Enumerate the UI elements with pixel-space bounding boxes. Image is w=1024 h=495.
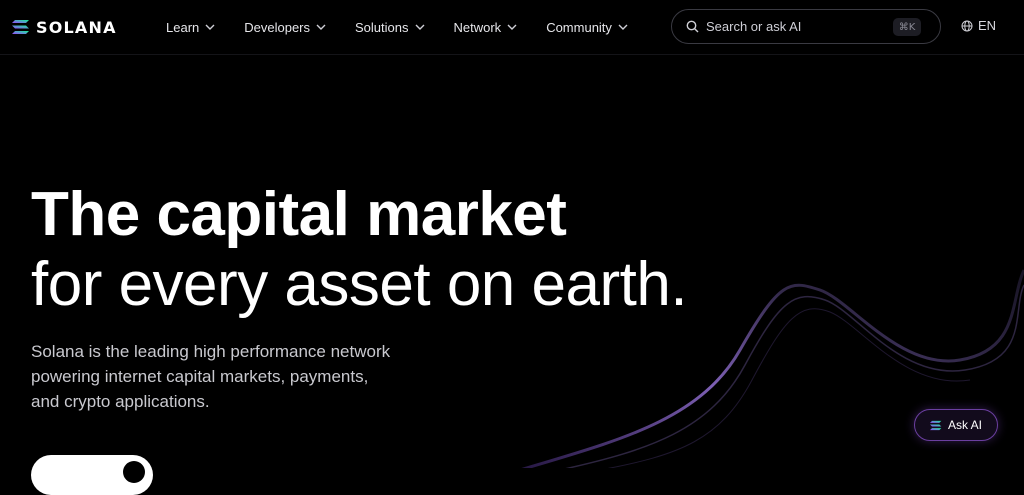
chevron-down-icon	[618, 24, 628, 30]
globe-icon	[961, 20, 973, 31]
search-placeholder: Search or ask AI	[706, 19, 802, 34]
chevron-down-icon	[507, 24, 517, 30]
language-selector[interactable]: EN	[961, 18, 996, 33]
brand-name: SOLANA	[36, 17, 117, 37]
nav-item-solutions[interactable]: Solutions	[355, 20, 424, 35]
hero-title: The capital market for every asset on ea…	[31, 180, 688, 320]
hero-description: Solana is the leading high performance n…	[31, 342, 391, 411]
nav-item-network[interactable]: Network	[454, 20, 518, 35]
nav-item-developers[interactable]: Developers	[244, 20, 326, 35]
search-input[interactable]: Search or ask AI ⌘K	[671, 9, 941, 44]
hero-title-line1: The capital market	[31, 180, 567, 249]
hero-title-line2: for every asset on earth.	[31, 250, 688, 319]
keyboard-shortcut-badge: ⌘K	[893, 18, 921, 36]
nav-item-label: Learn	[166, 19, 200, 35]
language-label: EN	[978, 18, 997, 33]
solana-logo-icon	[12, 20, 29, 34]
solana-logo[interactable]: SOLANA	[12, 16, 117, 38]
hero-cta-button[interactable]	[31, 455, 153, 495]
main-menu: Learn Developers Solutions Network Commu…	[166, 0, 657, 54]
solana-logo-icon	[929, 420, 942, 430]
cta-arrow-icon	[123, 461, 145, 483]
ask-ai-label: Ask AI	[947, 418, 982, 432]
chevron-down-icon	[415, 24, 424, 30]
chevron-down-icon	[316, 24, 326, 30]
nav-item-label: Community	[546, 19, 612, 35]
nav-item-label: Solutions	[355, 19, 409, 35]
nav-item-community[interactable]: Community	[546, 20, 628, 35]
nav-item-label: Network	[453, 19, 502, 35]
nav-item-label: Developers	[244, 19, 311, 35]
nav-item-learn[interactable]: Learn	[166, 20, 215, 35]
top-navigation: SOLANA Learn Developers Solutions Networ…	[0, 0, 1024, 55]
chevron-down-icon	[205, 24, 215, 30]
search-icon	[686, 20, 699, 33]
ask-ai-button[interactable]: Ask AI	[914, 409, 998, 441]
